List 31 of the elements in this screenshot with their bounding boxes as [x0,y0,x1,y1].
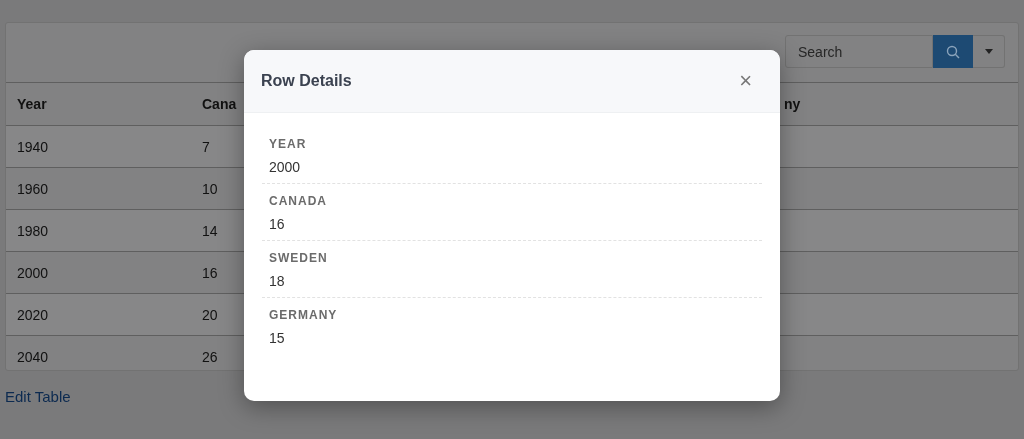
search-button[interactable] [933,35,973,68]
table-cell: 1980 [17,222,49,239]
field-label: GERMANY [269,308,339,322]
field-value: 2000 [269,159,302,175]
field-label: CANADA [269,194,328,208]
table-cell: 14 [202,222,218,239]
table-cell: 26 [202,348,218,365]
edit-table-link[interactable]: Edit Table [5,388,71,405]
table-cell: 2020 [17,306,49,323]
field-label: YEAR [269,137,308,151]
table-cell: 20 [202,306,218,323]
table-cell: 1940 [17,138,49,155]
table-cell: 7 [202,138,210,155]
field-value: 18 [269,273,286,289]
field-value: 15 [269,330,286,346]
column-header: Cana [202,96,237,112]
table-cell: 10 [202,180,218,197]
column-header: ny [784,96,801,112]
table-cell: 2000 [17,264,49,281]
search-field[interactable]: Search [785,35,933,68]
table-cell: 1960 [17,180,49,197]
close-button[interactable]: × [735,68,756,94]
field-label: SWEDEN [269,251,329,265]
caret-icon [984,49,993,54]
table-cell: 16 [202,264,218,281]
dialog-title: Row Details [261,72,352,90]
field-value: 16 [269,216,286,232]
dropdown-button[interactable] [973,35,1005,68]
search-icon [946,44,960,59]
column-header: Year [17,96,47,112]
table-cell: 2040 [17,348,49,365]
